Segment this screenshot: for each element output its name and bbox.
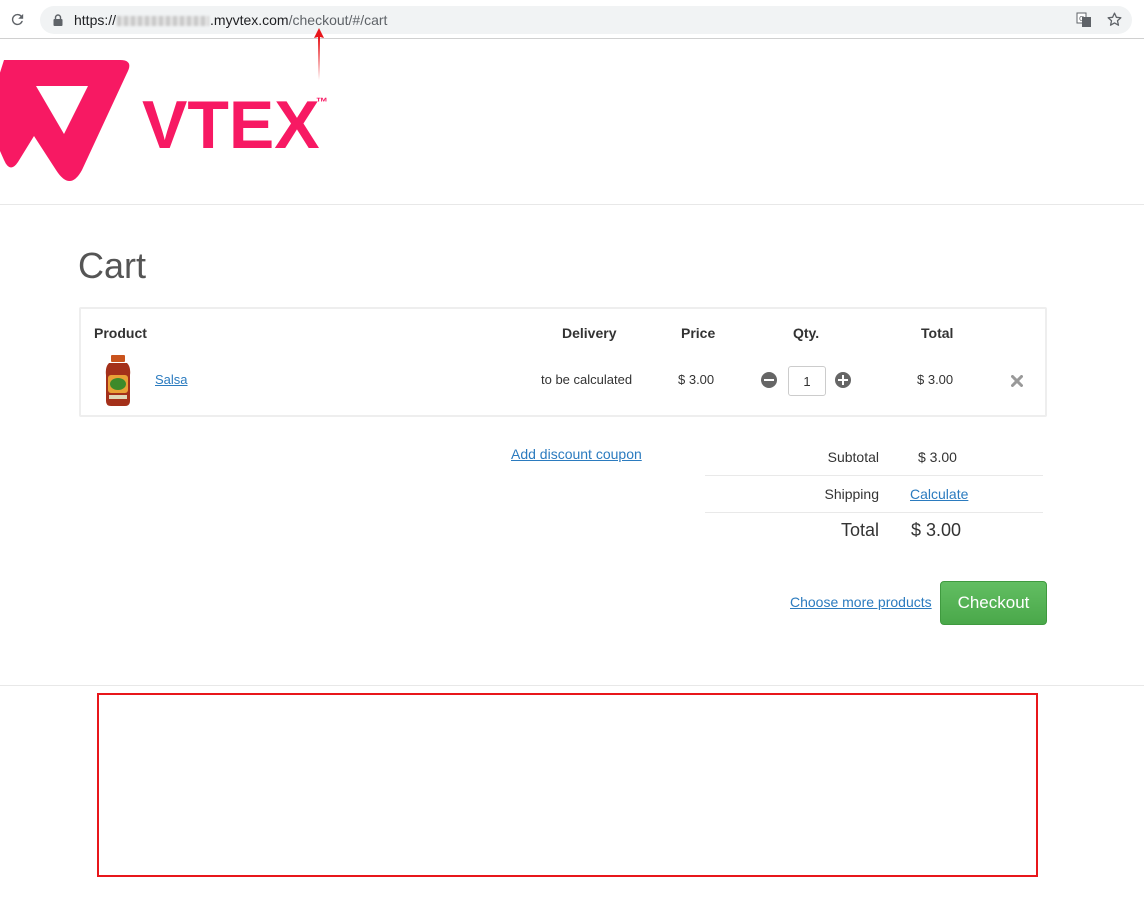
- trademark-symbol: ™: [316, 95, 328, 109]
- item-total: $ 3.00: [917, 372, 954, 387]
- browser-toolbar: https:// .myvtex.com/checkout/#/cart G: [0, 0, 1144, 39]
- lock-icon: [53, 14, 63, 26]
- quantity-input[interactable]: [788, 366, 826, 396]
- vtex-logo: VTEX ™: [0, 60, 328, 181]
- header-delivery: Delivery: [562, 325, 617, 341]
- item-price: $ 3.00: [678, 372, 715, 387]
- summary-divider: [705, 512, 1043, 513]
- blurred-subdomain: [117, 16, 210, 26]
- choose-more-products-link[interactable]: Choose more products: [790, 594, 932, 610]
- cart-table: Product Delivery Price Qty. Total Salsa …: [79, 307, 1047, 417]
- subtotal-label: Subtotal: [827, 449, 879, 465]
- reload-icon[interactable]: [9, 11, 26, 28]
- url-host: .myvtex.com: [210, 12, 289, 28]
- url-text: https:// .myvtex.com/checkout/#/cart: [74, 12, 387, 28]
- footer-divider: [0, 685, 1144, 686]
- url-path: /checkout/#/cart: [288, 12, 388, 28]
- annotation-highlight-box: [97, 693, 1038, 877]
- summary-divider: [705, 475, 1043, 476]
- bookmark-star-icon[interactable]: [1106, 11, 1123, 28]
- subtotal-value: $ 3.00: [918, 449, 957, 465]
- page-title: Cart: [78, 245, 147, 286]
- translate-icon[interactable]: G: [1076, 12, 1092, 28]
- item-delivery: to be calculated: [541, 372, 633, 387]
- header-divider: [0, 204, 1144, 205]
- product-link-salsa[interactable]: Salsa: [155, 372, 188, 387]
- salsa-jar-image[interactable]: [103, 355, 133, 407]
- header-qty: Qty.: [793, 325, 820, 341]
- header-price: Price: [681, 325, 716, 341]
- address-bar[interactable]: https:// .myvtex.com/checkout/#/cart G: [40, 6, 1132, 34]
- qty-decrease-icon[interactable]: [761, 372, 777, 388]
- shipping-label: Shipping: [824, 486, 880, 502]
- svg-text:G: G: [1079, 15, 1084, 23]
- header-product: Product: [94, 325, 147, 341]
- total-label: Total: [840, 520, 879, 540]
- vtex-wordmark: VTEX: [142, 87, 320, 163]
- remove-item-icon[interactable]: [1011, 375, 1023, 387]
- header-total: Total: [921, 325, 954, 341]
- calculate-shipping-link[interactable]: Calculate: [910, 486, 968, 502]
- url-prefix: https://: [74, 12, 117, 28]
- add-discount-coupon-link[interactable]: Add discount coupon: [511, 446, 642, 462]
- checkout-button[interactable]: Checkout: [940, 581, 1047, 625]
- qty-increase-icon[interactable]: [835, 372, 851, 388]
- total-value: $ 3.00: [911, 520, 962, 540]
